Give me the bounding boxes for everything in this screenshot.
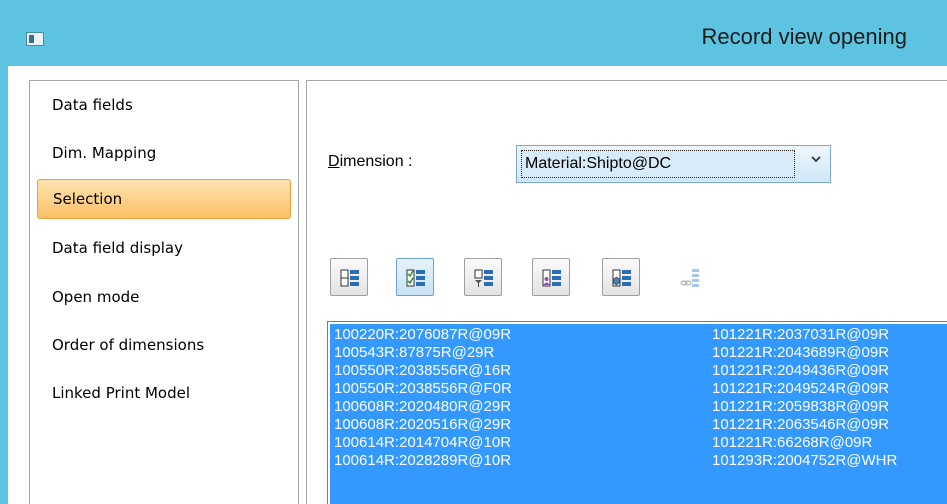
list-item[interactable]: 101221R:2043689R@09R <box>712 344 897 362</box>
cube-list-icon <box>612 269 631 287</box>
record-view-opening-dialog: Record view opening Data fields Dim. Map… <box>0 0 947 504</box>
list-item[interactable]: 100608R:2020480R@29R <box>334 398 512 416</box>
nav-item-order-of-dimensions[interactable]: Order of dimensions <box>37 325 291 365</box>
window-app-icon <box>26 32 44 46</box>
checked-list-icon <box>406 269 425 287</box>
nav-item-data-fields[interactable]: Data fields <box>37 85 291 125</box>
list-item[interactable]: 101221R:2063546R@09R <box>712 416 897 434</box>
filter-list-button[interactable] <box>464 258 502 296</box>
list-view-icon <box>340 269 359 287</box>
list-item[interactable]: 100543R:87875R@29R <box>334 344 512 362</box>
dimension-label: Dimension : <box>328 153 412 171</box>
list-item[interactable]: 100614R:2028289R@10R <box>334 452 512 470</box>
dimension-dropdown-value: Material:Shipto@DC <box>521 150 795 178</box>
nav-item-data-field-display[interactable]: Data field display <box>37 228 291 268</box>
filter-list-icon <box>474 269 493 287</box>
list-item[interactable]: 101293R:2004752R@WHR <box>712 452 897 470</box>
dimension-values-list[interactable]: 100220R:2076087R@09R 100543R:87875R@29R … <box>327 321 947 504</box>
list-column-right: 101221R:2037031R@09R 101221R:2043689R@09… <box>712 326 897 470</box>
window-frame-left <box>0 66 8 504</box>
list-item[interactable]: 101221R:2049436R@09R <box>712 362 897 380</box>
list-selection-area: 100220R:2076087R@09R 100543R:87875R@29R … <box>330 324 947 504</box>
dimension-dropdown[interactable]: Material:Shipto@DC <box>516 145 831 183</box>
list-item[interactable]: 100550R:2038556R@F0R <box>334 380 512 398</box>
checked-list-button[interactable] <box>396 258 434 296</box>
cube-list-button[interactable] <box>602 258 640 296</box>
title-bar[interactable]: Record view opening <box>0 0 947 66</box>
list-item[interactable]: 101221R:66268R@09R <box>712 434 897 452</box>
link-list-button[interactable] <box>670 258 708 296</box>
chevron-down-icon[interactable] <box>810 153 822 169</box>
list-item[interactable]: 101221R:2037031R@09R <box>712 326 897 344</box>
nav-item-dim-mapping[interactable]: Dim. Mapping <box>37 133 291 173</box>
link-list-icon <box>680 269 699 287</box>
window-title: Record view opening <box>701 24 907 49</box>
dimension-label-mnemonic: D <box>328 153 340 170</box>
nav-item-selection[interactable]: Selection <box>37 179 291 219</box>
nav-item-open-mode[interactable]: Open mode <box>37 277 291 317</box>
list-item[interactable]: 100614R:2014704R@10R <box>334 434 512 452</box>
list-item[interactable]: 101221R:2059838R@09R <box>712 398 897 416</box>
list-item[interactable]: 100550R:2038556R@16R <box>334 362 512 380</box>
list-item[interactable]: 100220R:2076087R@09R <box>334 326 512 344</box>
list-view-button[interactable] <box>330 258 368 296</box>
user-list-button[interactable] <box>532 258 570 296</box>
list-item[interactable]: 101221R:2049524R@09R <box>712 380 897 398</box>
list-column-left: 100220R:2076087R@09R 100543R:87875R@29R … <box>334 326 512 470</box>
nav-item-linked-print-model[interactable]: Linked Print Model <box>37 373 291 413</box>
list-item[interactable]: 100608R:2020516R@29R <box>334 416 512 434</box>
user-list-icon <box>542 269 561 287</box>
settings-nav: Data fields Dim. Mapping Selection Data … <box>29 80 299 504</box>
dimension-label-text: imension : <box>339 153 413 170</box>
